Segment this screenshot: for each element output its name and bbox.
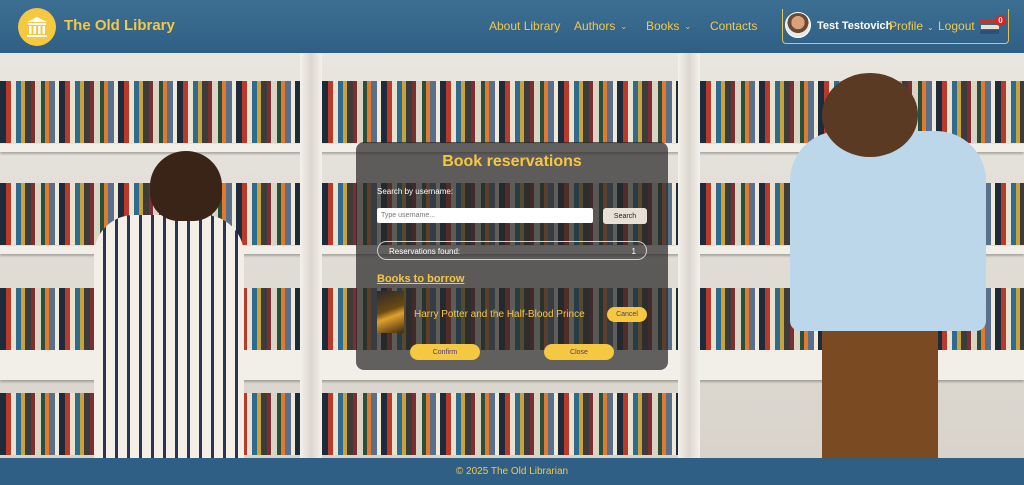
books-to-borrow-heading[interactable]: Books to borrow (377, 273, 464, 285)
confirm-button[interactable]: Confirm (410, 344, 480, 360)
nav-label: Contacts (710, 19, 758, 33)
reservations-found-bar: Reservations found: 1 (377, 241, 647, 260)
profile-label: Profile (889, 19, 924, 33)
reader-left-hair (150, 151, 222, 221)
book-title: Harry Potter and the Half-Blood Prince (414, 309, 585, 320)
modal-title: Book reservations (442, 153, 582, 170)
nav-books[interactable]: Books ⌄ (646, 19, 691, 33)
shelf-pillar (300, 53, 322, 458)
chevron-down-icon: ⌄ (620, 21, 628, 31)
nav-label: Authors (574, 19, 616, 33)
chevron-down-icon: ⌄ (684, 21, 692, 31)
username-search-input[interactable] (377, 208, 593, 223)
nav-about-library[interactable]: About Library (489, 19, 560, 33)
brand-title[interactable]: The Old Library (64, 17, 175, 34)
avatar[interactable] (785, 12, 811, 38)
nav-label: Books (646, 19, 680, 33)
nav-authors[interactable]: Authors ⌄ (574, 19, 627, 33)
site-footer: © 2025 The Old Librarian (0, 458, 1024, 485)
reservations-found-label: Reservations found: (389, 247, 461, 256)
reader-left (94, 215, 244, 458)
footer-copyright: © 2025 The Old Librarian (455, 466, 569, 477)
bookshelf-row (322, 81, 678, 143)
bookshelf-row (0, 81, 300, 143)
nav-contacts[interactable]: Contacts (710, 19, 757, 33)
user-name: Test Testovich (817, 20, 893, 32)
chevron-down-icon: ⌄ (927, 23, 934, 32)
bookshelf-row (322, 393, 678, 455)
library-building-icon-graphic (27, 17, 47, 37)
shelf-pillar (678, 53, 700, 458)
site-header: The Old Library About Library Authors ⌄ … (0, 0, 1024, 53)
book-cover-image (377, 291, 404, 333)
reader-right (790, 131, 986, 331)
reader-right-hair (822, 73, 918, 157)
nav-label: About Library (489, 19, 561, 33)
cart-count-badge: 0 (995, 15, 1006, 26)
library-building-icon[interactable] (18, 8, 56, 46)
logout-link[interactable]: Logout (938, 19, 975, 33)
user-panel: Test Testovich Profile ⌄ Logout 0 (782, 9, 1009, 44)
reservations-found-count: 1 (631, 247, 636, 256)
reader-right-legs (822, 315, 938, 458)
close-button[interactable]: Close (544, 344, 614, 360)
book-cart-icon[interactable]: 0 (979, 15, 1006, 35)
search-button[interactable]: Search (603, 208, 647, 224)
profile-menu[interactable]: Profile ⌄ (889, 19, 934, 33)
search-label: Search by username: (377, 187, 454, 196)
cancel-reservation-button[interactable]: Cancel (607, 307, 647, 322)
book-reservations-modal: Book reservations Search by username: Se… (356, 142, 668, 370)
